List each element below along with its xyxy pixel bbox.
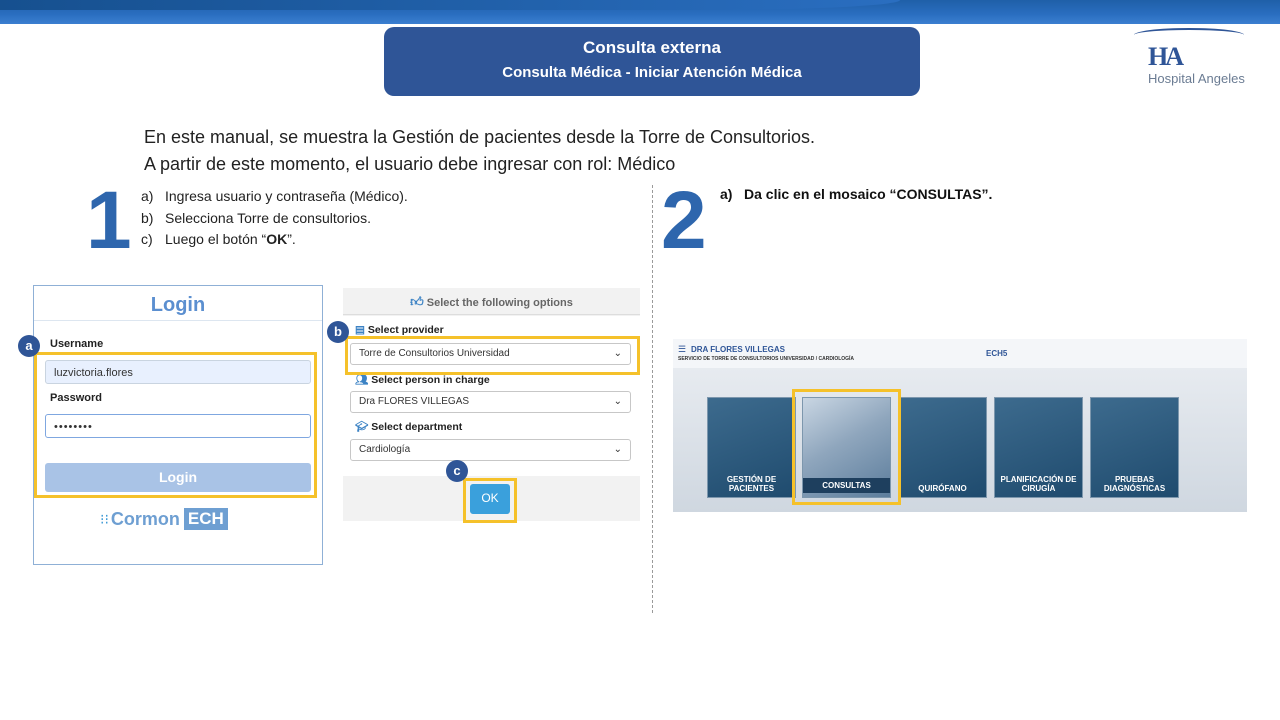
department-label-text: Select department [371,421,463,433]
department-select[interactable]: Cardiología ⌄ [350,439,631,461]
step-text-bold: OK [266,231,288,247]
app-screenshot: ☰ DRA FLORES VILLEGAS SERVICIO DE TORRE … [673,339,1247,512]
step-number-1: 1 [86,175,132,266]
chevron-down-icon: ⌄ [613,444,622,455]
thumbs-up-icon: 👍︎ [410,294,424,309]
department-value: Cardiología [359,444,411,455]
tile-label: PRUEBAS DIAGNÓSTICAS [1103,475,1166,493]
username-label: Username [50,338,104,350]
tile-label: PLANIFICACIÓN DE CIRUGÍA [1000,475,1077,493]
intro-line-2: A partir de este momento, el usuario deb… [144,154,676,174]
users-icon: 👥︎ [355,374,369,386]
step-key: b) [141,209,154,226]
step1-item-a: a) Ingresa usuario y contraseña (Médico). [141,186,408,208]
hospital-logo: HA Hospital Angeles [1134,28,1246,88]
app-top-bar: ☰ DRA FLORES VILLEGAS SERVICIO DE TORRE … [673,339,1247,368]
provider-label: ▤ Select provider [355,324,444,336]
graduation-cap-icon: 🎓︎ [355,421,369,433]
tile-gestion-pacientes[interactable]: GESTIÓN DE PACIENTES [707,397,796,498]
clipboard-icon: ▤ [355,324,365,336]
slide: Consulta externa Consulta Médica - Inici… [0,0,1280,720]
tile-label: GESTIÓN DE PACIENTES [726,475,777,493]
tile-pruebas-diagnosticas[interactable]: PRUEBAS DIAGNÓSTICAS [1090,397,1179,498]
person-select[interactable]: Dra FLORES VILLEGAS ⌄ [350,391,631,413]
cormon-ech-logo: ⁝⁝ Cormon ECH [100,508,228,530]
title-box: Consulta externa Consulta Médica - Inici… [384,27,920,96]
logo-mark: HA [1148,42,1184,71]
step-text: ”. [287,231,296,247]
step-text: Da clic en el mosaico “CONSULTAS”. [744,186,993,202]
step-key: c) [141,231,153,247]
step-key: a) [141,188,154,204]
badge-a: a [18,335,40,357]
logo-swoosh [1134,28,1244,42]
step1-item-b: b) Selecciona Torre de consultorios. [141,208,408,230]
login-title-divider [34,320,322,321]
step-text: Luego el botón “ [165,231,267,247]
logo-name: Hospital Angeles [1148,71,1245,86]
badge-c: c [446,460,468,482]
cormon-text: Cormon [110,508,180,529]
highlight-consultas [792,389,901,505]
tile-planificacion-cirugia[interactable]: PLANIFICACIÓN DE CIRUGÍA [994,397,1083,498]
badge-b: b [327,321,349,343]
dashed-divider [652,185,653,613]
step-number-2: 2 [661,175,707,266]
ech-text: ECH [183,508,228,530]
provider-label-text: Select provider [367,324,444,336]
page-title: Consulta externa [583,38,721,57]
login-title: Login [150,294,206,316]
doctor-name: DRA FLORES VILLEGAS [691,345,785,354]
intro-text: En este manual, se muestra la Gestión de… [144,124,815,178]
highlight-provider [345,336,640,375]
top-banner [0,0,1280,24]
step-text: Ingresa usuario y contraseña (Médico). [165,188,408,204]
tile-label: QUIRÓFANO [918,484,967,493]
step2-instruction: a) Da clic en el mosaico “CONSULTAS”. [720,186,992,202]
tile-quirofano[interactable]: QUIRÓFANO [898,397,987,498]
step-key: a) [720,186,733,202]
person-value: Dra FLORES VILLEGAS [359,396,470,407]
step-text: Selecciona Torre de consultorios. [165,209,371,226]
options-header: 👍︎ Select the following options [343,288,640,315]
step1-item-c: c) Luego el botón “OK”. [141,229,408,251]
highlight-login-fields [34,352,317,498]
cormon-dots-icon: ⁝⁝ [100,510,109,527]
service-name: SERVICIO DE TORRE DE CONSULTORIOS UNIVER… [678,356,855,362]
hamburger-menu-icon[interactable]: ☰ [678,344,686,355]
ok-button[interactable]: OK [470,484,510,514]
intro-line-1: En este manual, se muestra la Gestión de… [144,127,816,147]
page-subtitle: Consulta Médica - Iniciar Atención Médic… [502,64,802,81]
options-header-text: Select the following options [426,297,573,309]
chevron-down-icon: ⌄ [613,396,622,407]
step1-instructions: a) Ingresa usuario y contraseña (Médico).… [141,186,408,251]
person-label-text: Select person in charge [371,374,490,386]
department-label: 🎓︎ Select department [355,420,462,433]
system-name: ECH5 [986,349,1008,358]
